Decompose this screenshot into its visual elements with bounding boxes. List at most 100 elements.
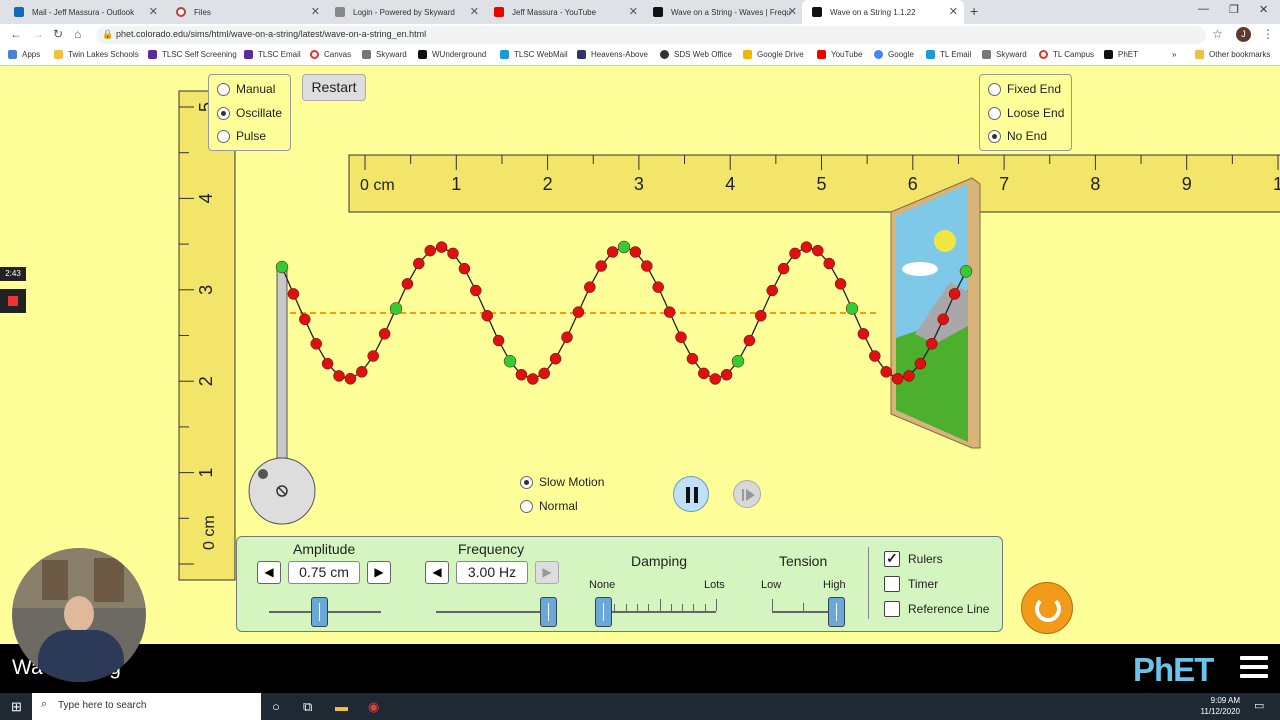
bookmark[interactable]: TL Campus — [1039, 50, 1094, 59]
bookmark-label: TLSC Self Screening — [162, 50, 237, 59]
cortana-icon[interactable]: ○ — [272, 699, 280, 714]
recording-timer: 2:43 — [0, 267, 26, 281]
bookmark[interactable]: TLSC Email — [244, 50, 301, 59]
url-input[interactable]: 🔒 phet.colorado.edu/sims/html/wave-on-a-s… — [96, 26, 1206, 44]
window-close-icon[interactable]: ✕ — [1259, 3, 1268, 16]
bookmarks-overflow-icon[interactable]: » — [1172, 50, 1176, 59]
horizontal-ruler[interactable]: 1 2 3 4 5 6 7 8 9 1 0 cm — [348, 154, 1280, 213]
minimize-icon[interactable]: — — [1198, 3, 1209, 15]
bookmark[interactable]: TLSC WebMail — [500, 50, 568, 59]
end-fixed-radio[interactable]: Fixed End — [988, 82, 1061, 96]
tension-slider-thumb[interactable] — [828, 597, 845, 627]
timer-checkbox[interactable] — [884, 576, 900, 592]
string-bead — [869, 350, 881, 362]
tab-files[interactable]: Files ✕ — [166, 0, 326, 24]
damping-tick — [659, 599, 661, 611]
frequency-slider-thumb[interactable] — [540, 597, 557, 627]
close-icon[interactable]: ✕ — [470, 5, 479, 18]
bookmark[interactable]: PhET — [1104, 50, 1138, 59]
bookmark[interactable]: Heavens-Above — [577, 50, 648, 59]
pause-button[interactable] — [673, 476, 709, 512]
reset-all-button[interactable] — [1021, 582, 1073, 634]
new-tab-icon[interactable]: + — [970, 3, 978, 19]
amplitude-increase-button[interactable]: ▶ — [367, 561, 391, 584]
string-bead — [321, 357, 334, 370]
bookmark[interactable]: YouTube — [817, 50, 862, 59]
end-none-radio[interactable]: No End — [988, 129, 1047, 143]
bookmark[interactable]: TLSC Self Screening — [148, 50, 237, 59]
bookmark[interactable]: TL Email — [926, 50, 971, 59]
reset-icon — [1035, 596, 1061, 622]
file-explorer-icon[interactable]: ▬ — [335, 699, 348, 714]
chrome-icon[interactable]: ◉ — [368, 699, 379, 715]
rulers-checkbox[interactable]: ✓ — [884, 551, 900, 567]
close-icon[interactable]: ✕ — [149, 5, 158, 18]
tension-tick — [803, 603, 804, 611]
bookmark[interactable]: Google Drive — [743, 50, 804, 59]
bookmark[interactable]: Twin Lakes Schools — [54, 50, 139, 59]
frequency-decrease-button[interactable]: ◀ — [425, 561, 449, 584]
bookmark[interactable]: Skyward — [982, 50, 1027, 59]
bookmark-other[interactable]: Other bookmarks — [1195, 50, 1270, 59]
damping-tick — [614, 604, 616, 611]
taskbar-search-input[interactable]: ⌕ Type here to search — [32, 693, 261, 720]
bookmark[interactable]: Google — [874, 50, 914, 59]
notifications-icon[interactable]: ▭ — [1254, 699, 1264, 712]
task-view-icon[interactable]: ⧉ — [303, 699, 312, 715]
close-icon[interactable]: ✕ — [311, 5, 320, 18]
bookmark[interactable]: SDS Web Office — [660, 50, 732, 59]
slow-motion-radio[interactable]: Slow Motion — [520, 475, 604, 489]
bookmark-apps[interactable]: Apps — [8, 50, 40, 59]
youtube-icon — [817, 50, 826, 59]
string-bead — [948, 288, 961, 300]
mode-oscillate-radio[interactable]: Oscillate — [217, 106, 282, 120]
avatar[interactable]: J — [1236, 27, 1251, 42]
home-icon[interactable]: ⌂ — [74, 27, 81, 41]
restore-icon[interactable]: ❐ — [1229, 3, 1239, 16]
amplitude-decrease-button[interactable]: ◀ — [257, 561, 281, 584]
step-button[interactable] — [733, 480, 761, 508]
mode-pulse-radio[interactable]: Pulse — [217, 129, 266, 143]
string-bead — [755, 309, 767, 322]
search-placeholder: Type here to search — [58, 700, 147, 711]
windows-start-icon[interactable]: ⊞ — [11, 699, 22, 715]
tab-wave-sim[interactable]: Wave on a String 1.1.22 ✕ — [802, 0, 964, 24]
tab-outlook[interactable]: Mail - Jeff Massura - Outlook ✕ — [4, 0, 164, 24]
reload-icon[interactable]: ↻ — [53, 27, 63, 41]
bookmark[interactable]: Skyward — [362, 50, 407, 59]
system-clock[interactable]: 9:09 AM 11/12/2020 — [1201, 695, 1240, 717]
h-ruler-tick-label: 5 — [816, 174, 826, 194]
close-icon[interactable]: ✕ — [788, 5, 797, 18]
more-icon[interactable]: ⋮ — [1262, 27, 1274, 41]
close-icon[interactable]: ✕ — [949, 5, 958, 18]
reference-line-checkbox[interactable] — [884, 601, 900, 617]
phet-logo[interactable]: PhET — [1133, 651, 1214, 689]
string-bead — [527, 373, 539, 385]
close-icon[interactable]: ✕ — [629, 5, 638, 18]
bookmark-label: WUnderground — [432, 50, 487, 59]
mode-manual-radio[interactable]: Manual — [217, 82, 275, 96]
tab-skyward[interactable]: Login - Powered by Skyward ✕ — [325, 0, 485, 24]
amplitude-slider-thumb[interactable] — [311, 597, 329, 627]
frequency-increase-button[interactable]: ▶ — [535, 561, 559, 584]
tab-youtube[interactable]: Jeff Massura - YouTube ✕ — [484, 0, 644, 24]
string-bead — [572, 306, 585, 318]
bookmark-label: Google — [888, 50, 914, 59]
forward-icon[interactable]: → — [32, 27, 44, 41]
skyward-icon — [362, 50, 371, 59]
h-ruler-unit-label: 0 cm — [360, 177, 395, 194]
normal-speed-radio[interactable]: Normal — [520, 499, 578, 513]
end-loose-radio[interactable]: Loose End — [988, 106, 1064, 120]
string-bead — [857, 328, 870, 340]
bookmark[interactable]: WUnderground — [418, 50, 486, 59]
star-icon[interactable]: ☆ — [1212, 27, 1223, 41]
menu-icon[interactable] — [1240, 656, 1268, 682]
tab-wave-info[interactable]: Wave on a String - Waves | Frequ ✕ — [643, 0, 803, 24]
back-icon[interactable]: ← — [10, 27, 22, 41]
damping-slider-thumb[interactable] — [595, 597, 612, 627]
stop-recording-button[interactable] — [0, 289, 26, 313]
restart-button[interactable]: Restart — [302, 74, 366, 101]
bookmark[interactable]: Canvas — [310, 50, 351, 59]
vertical-ruler[interactable]: 12345 0 cm — [178, 90, 236, 581]
h-ruler-tick-label: 6 — [908, 174, 918, 194]
